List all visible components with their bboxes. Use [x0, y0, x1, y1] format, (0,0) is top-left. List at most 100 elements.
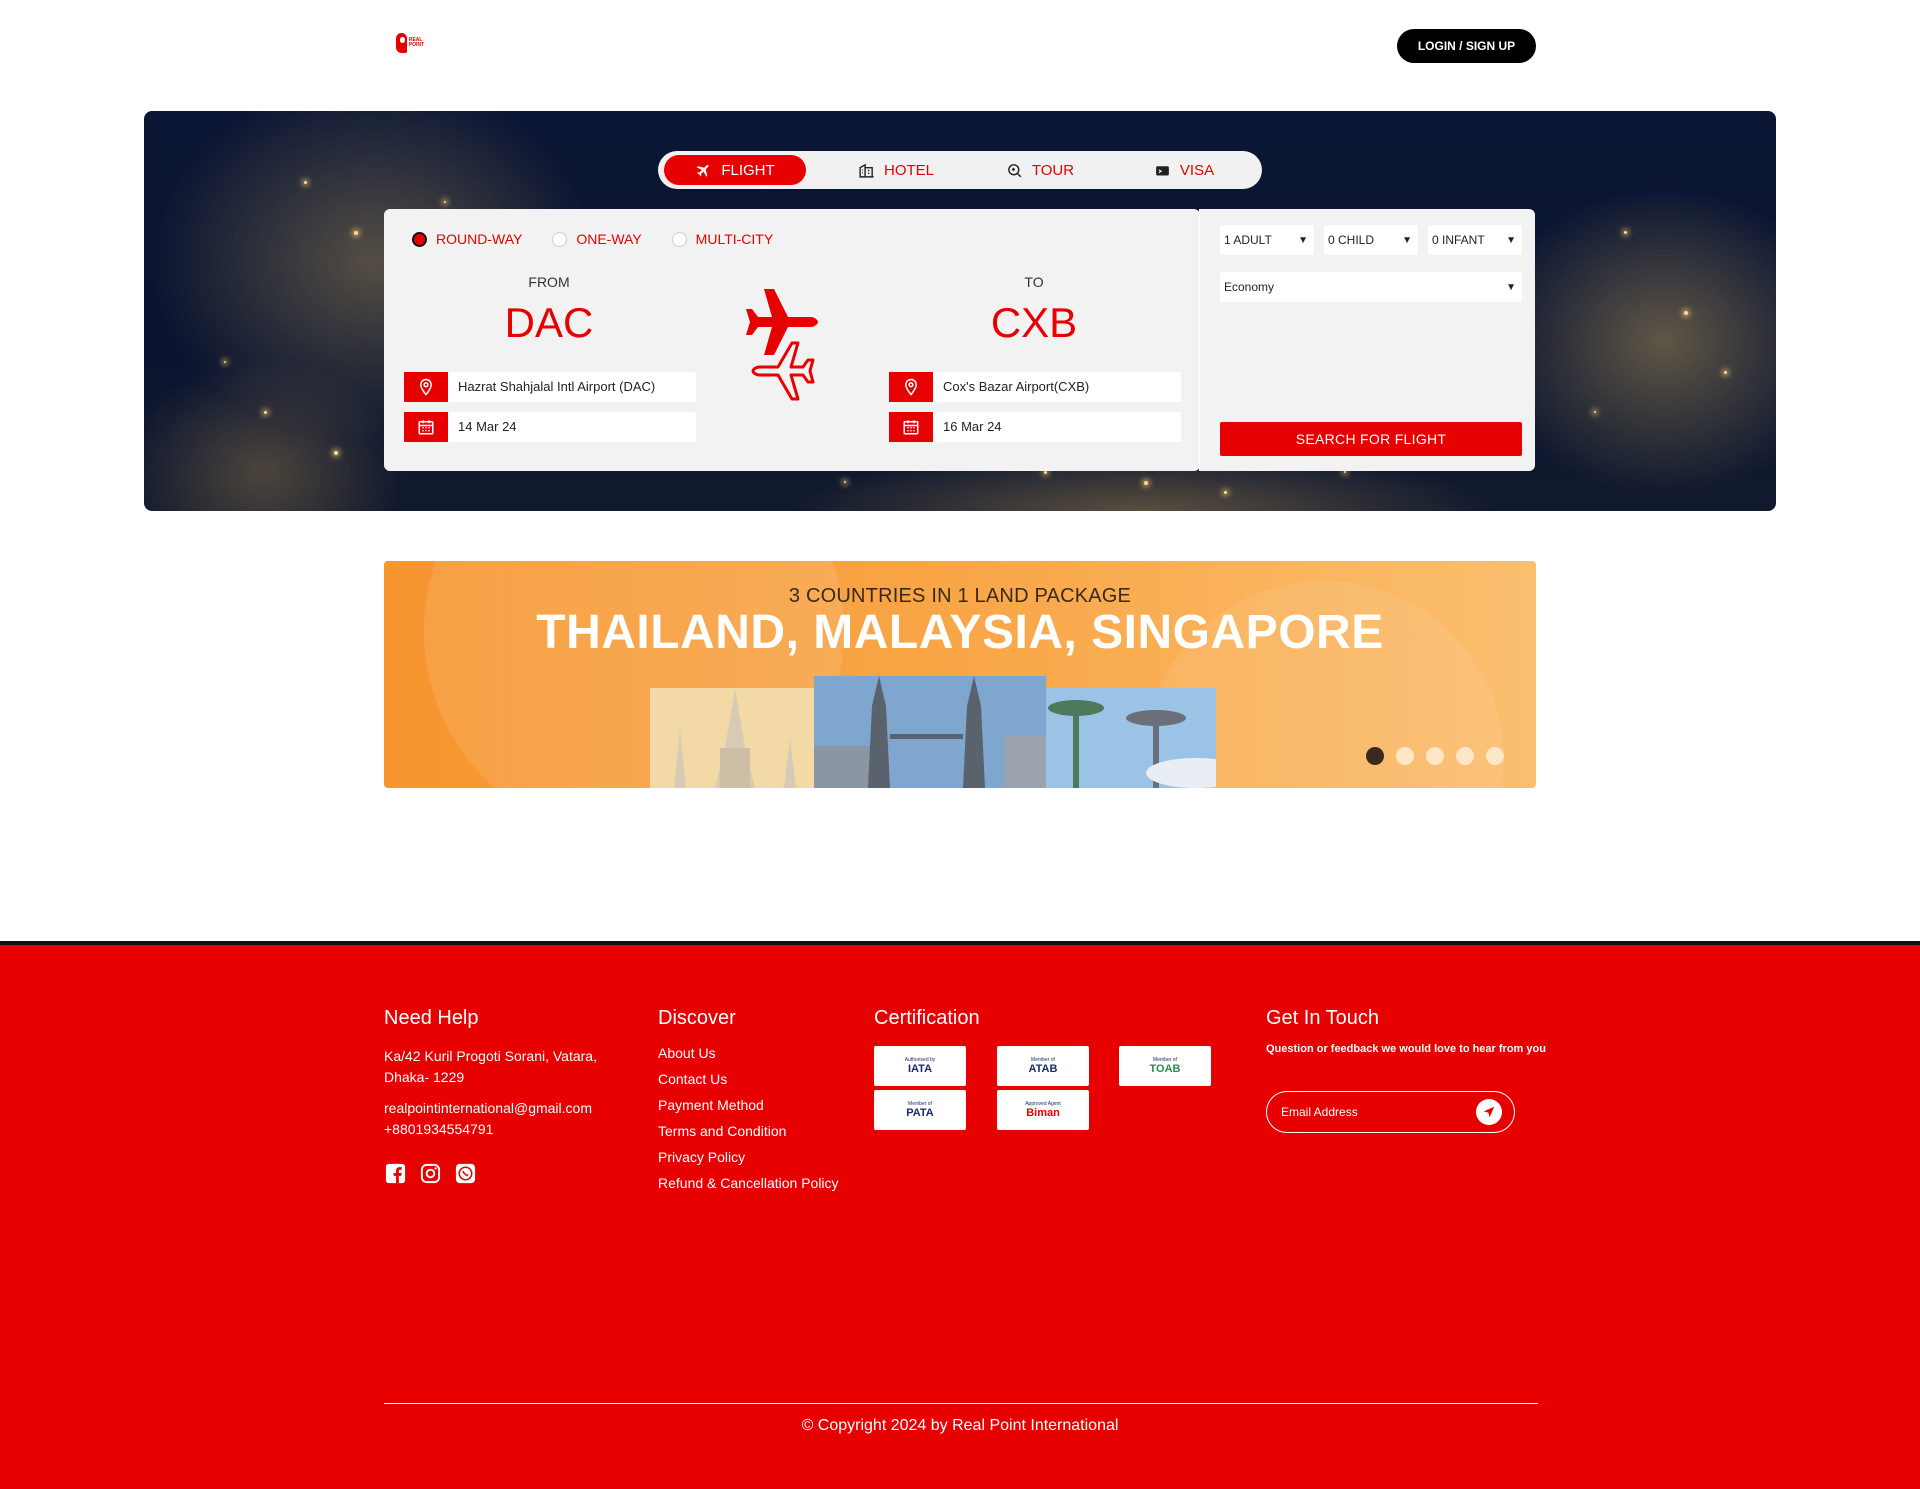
footer-link-contact-us[interactable]: Contact Us — [658, 1066, 858, 1092]
badge-name: Biman — [1026, 1107, 1060, 1119]
search-flight-button[interactable]: SEARCH FOR FLIGHT — [1220, 422, 1522, 456]
badge-name: PATA — [906, 1107, 934, 1119]
biman-badge: Approved Agent Biman — [997, 1090, 1089, 1130]
radio-dot — [671, 231, 687, 247]
to-airport-value: Cox's Bazar Airport(CXB) — [943, 379, 1090, 394]
footer-link-payment-method[interactable]: Payment Method — [658, 1092, 858, 1118]
footer-help-column: Need Help Ka/42 Kuril Progoti Sorani, Va… — [384, 1007, 624, 1185]
child-select[interactable]: 0 CHILD ▼ — [1324, 225, 1418, 255]
social-links — [384, 1162, 624, 1185]
logo-mark — [396, 33, 407, 53]
footer-certification-column: Certification — [874, 1007, 1174, 1046]
footer-contact-column: Get In Touch Question or feedback we wou… — [1266, 1007, 1546, 1058]
footer-link-terms[interactable]: Terms and Condition — [658, 1118, 858, 1144]
visa-icon — [1156, 165, 1169, 175]
copyright-text: © Copyright 2024 by Real Point Internati… — [801, 1417, 1119, 1434]
tab-hotel[interactable]: HOTEL — [824, 155, 968, 185]
chevron-down-icon: ▼ — [1402, 234, 1412, 246]
help-phone[interactable]: +8801934554791 — [384, 1119, 624, 1140]
login-signup-button[interactable]: LOGIN / SIGN UP — [1397, 29, 1536, 63]
logo-text: REAL POINT — [408, 37, 425, 48]
departure-date-value: 14 Mar 24 — [458, 419, 517, 434]
discover-heading: Discover — [658, 1007, 736, 1029]
footer-link-privacy[interactable]: Privacy Policy — [658, 1144, 858, 1170]
chevron-down-icon: ▼ — [1506, 281, 1516, 293]
passenger-panel: 1 ADULT ▼ 0 CHILD ▼ 0 INFANT ▼ Economy ▼… — [1199, 209, 1535, 471]
footer-link-refund[interactable]: Refund & Cancellation Policy — [658, 1170, 858, 1196]
trip-round-way-label: ROUND-WAY — [436, 231, 523, 247]
to-airport-field[interactable]: Cox's Bazar Airport(CXB) — [889, 372, 1181, 402]
location-pin-icon — [889, 372, 933, 402]
to-code[interactable]: CXB — [934, 299, 1134, 347]
from-airport-value: Hazrat Shahjalal Intl Airport (DAC) — [458, 379, 656, 394]
carousel-dot[interactable] — [1396, 747, 1414, 765]
help-email[interactable]: realpointinternational@gmail.com — [384, 1098, 624, 1119]
plane-icon — [697, 164, 709, 177]
carousel-dot[interactable] — [1426, 747, 1444, 765]
hotel-icon — [859, 163, 874, 178]
pata-badge: Member of PATA — [874, 1090, 966, 1130]
location-pin-icon — [404, 372, 448, 402]
whatsapp-icon[interactable] — [454, 1162, 477, 1185]
tab-visa[interactable]: VISA — [1112, 155, 1256, 185]
email-input[interactable] — [1279, 1104, 1449, 1120]
cabin-class-select[interactable]: Economy ▼ — [1220, 272, 1522, 302]
iata-badge: Authorised by IATA — [874, 1046, 966, 1086]
from-code[interactable]: DAC — [449, 299, 649, 347]
banner-title: THAILAND, MALAYSIA, SINGAPORE — [536, 606, 1384, 659]
tab-tour-label: TOUR — [1031, 161, 1075, 179]
calendar-icon — [889, 412, 933, 442]
carousel-dots — [1366, 747, 1504, 765]
adult-select-value: 1 ADULT — [1224, 233, 1272, 247]
contact-heading: Get In Touch — [1266, 1007, 1380, 1029]
trip-type-group: ROUND-WAY ONE-WAY MULTI-CITY — [412, 231, 773, 247]
return-date-value: 16 Mar 24 — [943, 419, 1002, 434]
facebook-icon[interactable] — [384, 1162, 407, 1185]
adult-select[interactable]: 1 ADULT ▼ — [1220, 225, 1314, 255]
from-airport-field[interactable]: Hazrat Shahjalal Intl Airport (DAC) — [404, 372, 696, 402]
return-date-field[interactable]: 16 Mar 24 — [889, 412, 1181, 442]
radio-dot — [552, 231, 568, 247]
send-icon — [1483, 1106, 1495, 1118]
swap-planes-icon[interactable] — [740, 279, 836, 419]
bangkok-temple-image — [650, 688, 820, 788]
tab-tour[interactable]: TOUR — [968, 155, 1112, 185]
infant-select-value: 0 INFANT — [1432, 233, 1485, 247]
trip-round-way[interactable]: ROUND-WAY — [412, 231, 522, 247]
site-logo[interactable]: REAL POINT — [396, 32, 434, 54]
carousel-dot[interactable] — [1366, 747, 1384, 765]
help-address: Ka/42 Kuril Progoti Sorani, Vatara, Dhak… — [384, 1048, 597, 1085]
send-button[interactable] — [1476, 1099, 1502, 1125]
radio-dot — [412, 231, 427, 247]
calendar-icon — [404, 412, 448, 442]
badge-name: TOAB — [1149, 1063, 1181, 1075]
trip-multi-city-label: MULTI-CITY — [695, 231, 774, 247]
flight-search-form: ROUND-WAY ONE-WAY MULTI-CITY FROM DAC Ha… — [384, 209, 1200, 471]
trip-one-way[interactable]: ONE-WAY — [552, 231, 642, 247]
trip-one-way-label: ONE-WAY — [576, 231, 642, 247]
help-heading: Need Help — [384, 1007, 479, 1029]
departure-date-field[interactable]: 14 Mar 24 — [404, 412, 696, 442]
tab-visa-label: VISA — [1179, 161, 1215, 179]
to-label: TO — [1024, 274, 1044, 290]
kuala-lumpur-towers-image — [814, 676, 1046, 788]
tab-hotel-label: HOTEL — [883, 161, 934, 179]
tab-flight[interactable]: FLIGHT — [664, 155, 806, 185]
atab-badge: Member of ATAB — [997, 1046, 1089, 1086]
tour-icon — [1008, 163, 1022, 177]
from-label: FROM — [528, 274, 570, 290]
newsletter-form — [1266, 1091, 1515, 1133]
carousel-dot[interactable] — [1486, 747, 1504, 765]
promo-banner[interactable]: 3 COUNTRIES IN 1 LAND PACKAGE THAILAND, … — [384, 561, 1536, 788]
trip-multi-city[interactable]: MULTI-CITY — [671, 231, 774, 247]
footer-link-about-us[interactable]: About Us — [658, 1040, 858, 1066]
badge-name: ATAB — [1028, 1063, 1058, 1075]
chevron-down-icon: ▼ — [1506, 234, 1516, 246]
instagram-icon[interactable] — [419, 1162, 442, 1185]
carousel-dot[interactable] — [1456, 747, 1474, 765]
infant-select[interactable]: 0 INFANT ▼ — [1428, 225, 1522, 255]
cabin-class-value: Economy — [1224, 280, 1275, 294]
toab-badge: Member of TOAB — [1119, 1046, 1211, 1086]
tab-flight-label: FLIGHT — [721, 161, 775, 179]
footer-divider — [384, 1403, 1538, 1404]
